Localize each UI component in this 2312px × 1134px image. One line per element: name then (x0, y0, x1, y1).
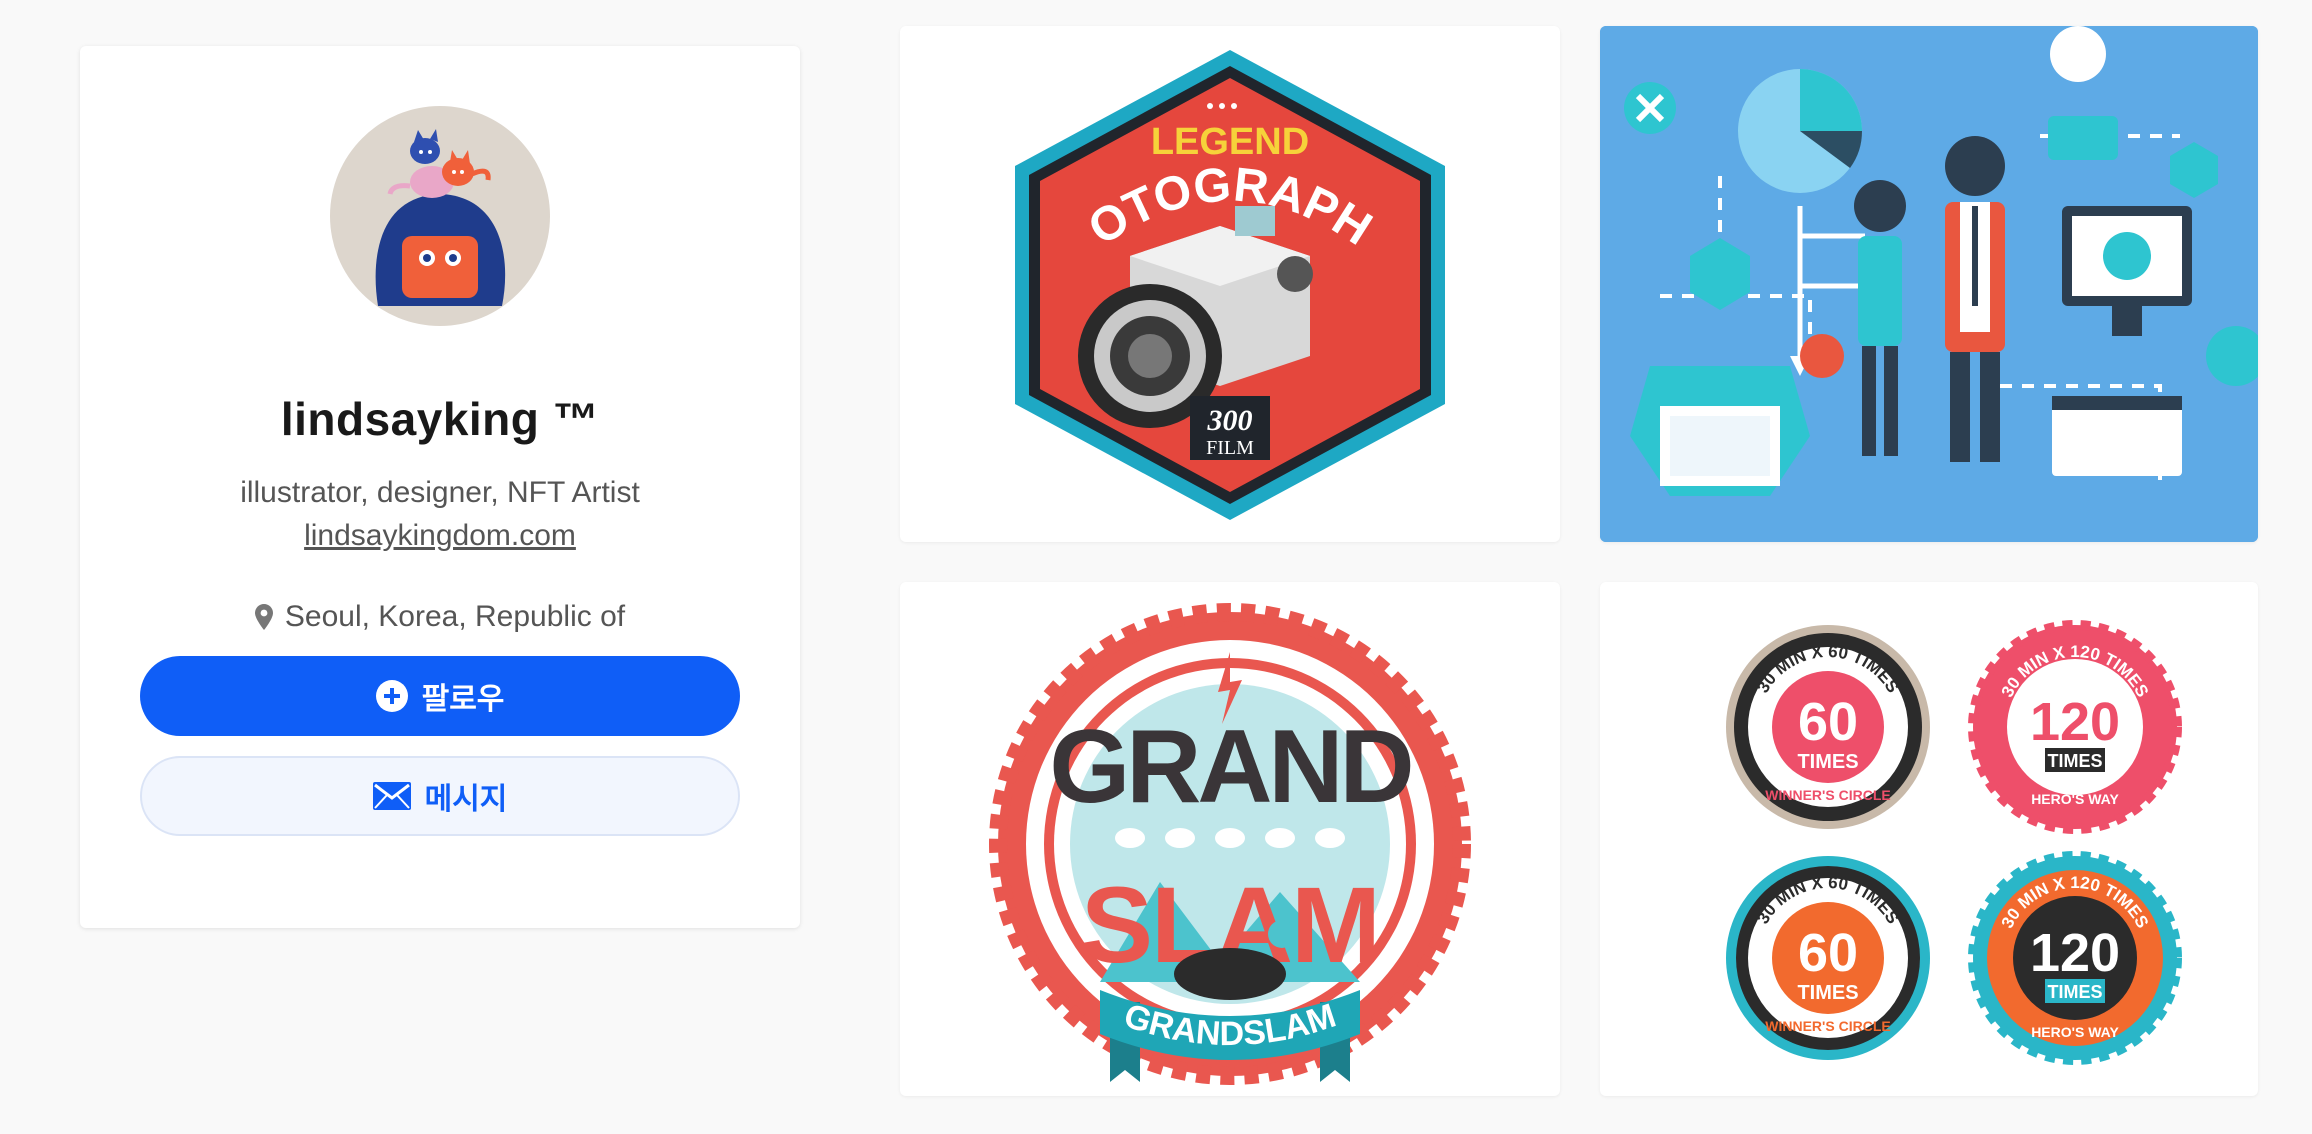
svg-text:60: 60 (1798, 923, 1858, 983)
times-badges: 30 MIN X 60 TIMES 60 TIMES WINNER'S CIRC… (1726, 620, 2182, 1065)
svg-text:WINNER'S CIRCLE: WINNER'S CIRCLE (1765, 787, 1890, 803)
avatar-illustration (375, 129, 506, 306)
profile-location: Seoul, Korea, Republic of (80, 600, 800, 634)
badge-text-grand: GRAND (1049, 709, 1410, 825)
flat-infographic-illustration (1600, 26, 2258, 542)
message-button[interactable]: 메시지 (140, 756, 740, 836)
plus-circle-icon (375, 680, 408, 712)
badge-text-legend: LEGEND (1151, 121, 1309, 163)
svg-text:HERO'S WAY: HERO'S WAY (2031, 1024, 2119, 1040)
profile-name: lindsayking ™ (280, 393, 600, 445)
svg-text:TIMES: TIMES (1797, 751, 1858, 773)
grand-slam-badge: GRAND SLAM GRANDSLAM (989, 603, 1471, 1085)
location-text: Seoul, Korea, Republic of (284, 600, 626, 633)
svg-text:60: 60 (1798, 692, 1858, 752)
times-badge-60-teal: 30 MIN X 60 TIMES 60 TIMES WINNER'S CIRC… (1726, 856, 1930, 1060)
follow-button[interactable]: 팔로우 (140, 656, 740, 736)
svg-text:120: 120 (2030, 692, 2120, 752)
artwork-tile-times-badges[interactable]: 30 MIN X 60 TIMES 60 TIMES WINNER'S CIRC… (1600, 582, 2258, 1096)
avatar[interactable] (330, 106, 550, 326)
badge-text-film: FILM (1206, 437, 1254, 459)
website-link[interactable]: lindsaykingdom.com (304, 519, 576, 552)
svg-text:TIMES: TIMES (2047, 751, 2102, 771)
svg-text:TIMES: TIMES (2047, 982, 2102, 1002)
artwork-tile-infographic[interactable] (1600, 26, 2258, 542)
map-pin-icon (254, 604, 273, 630)
profile-website: lindsaykingdom.com (80, 519, 800, 553)
times-badge-60-dark: 30 MIN X 60 TIMES 60 TIMES WINNER'S CIRC… (1726, 625, 1930, 829)
artwork-tile-legend-photographer[interactable]: LEGEND PHOTOGRAPHER 300 FILM (900, 26, 1560, 542)
message-label: 메시지 (424, 783, 508, 816)
times-badge-120-orange: 30 MIN X 120 TIMES 120 TIMES HERO'S WAY (1968, 851, 2182, 1065)
svg-text:TIMES: TIMES (1797, 982, 1858, 1004)
svg-text:120: 120 (2030, 923, 2120, 983)
follow-label: 팔로우 (421, 683, 505, 716)
profile-bio: illustrator, designer, NFT Artist (240, 476, 640, 509)
envelope-icon (372, 782, 411, 810)
svg-text:HERO'S WAY: HERO'S WAY (2031, 791, 2119, 807)
badge-text-300: 300 (1207, 404, 1253, 437)
profile-card: lindsayking ™ illustrator, designer, NFT… (80, 46, 800, 928)
svg-text:WINNER'S CIRCLE: WINNER'S CIRCLE (1765, 1018, 1890, 1034)
artwork-tile-grand-slam[interactable]: GRAND SLAM GRANDSLAM (900, 582, 1560, 1096)
times-badge-120-pink: 30 MIN X 120 TIMES 120 TIMES HERO'S WAY (1968, 620, 2182, 834)
legend-photographer-badge: LEGEND PHOTOGRAPHER 300 FILM (900, 26, 1445, 520)
